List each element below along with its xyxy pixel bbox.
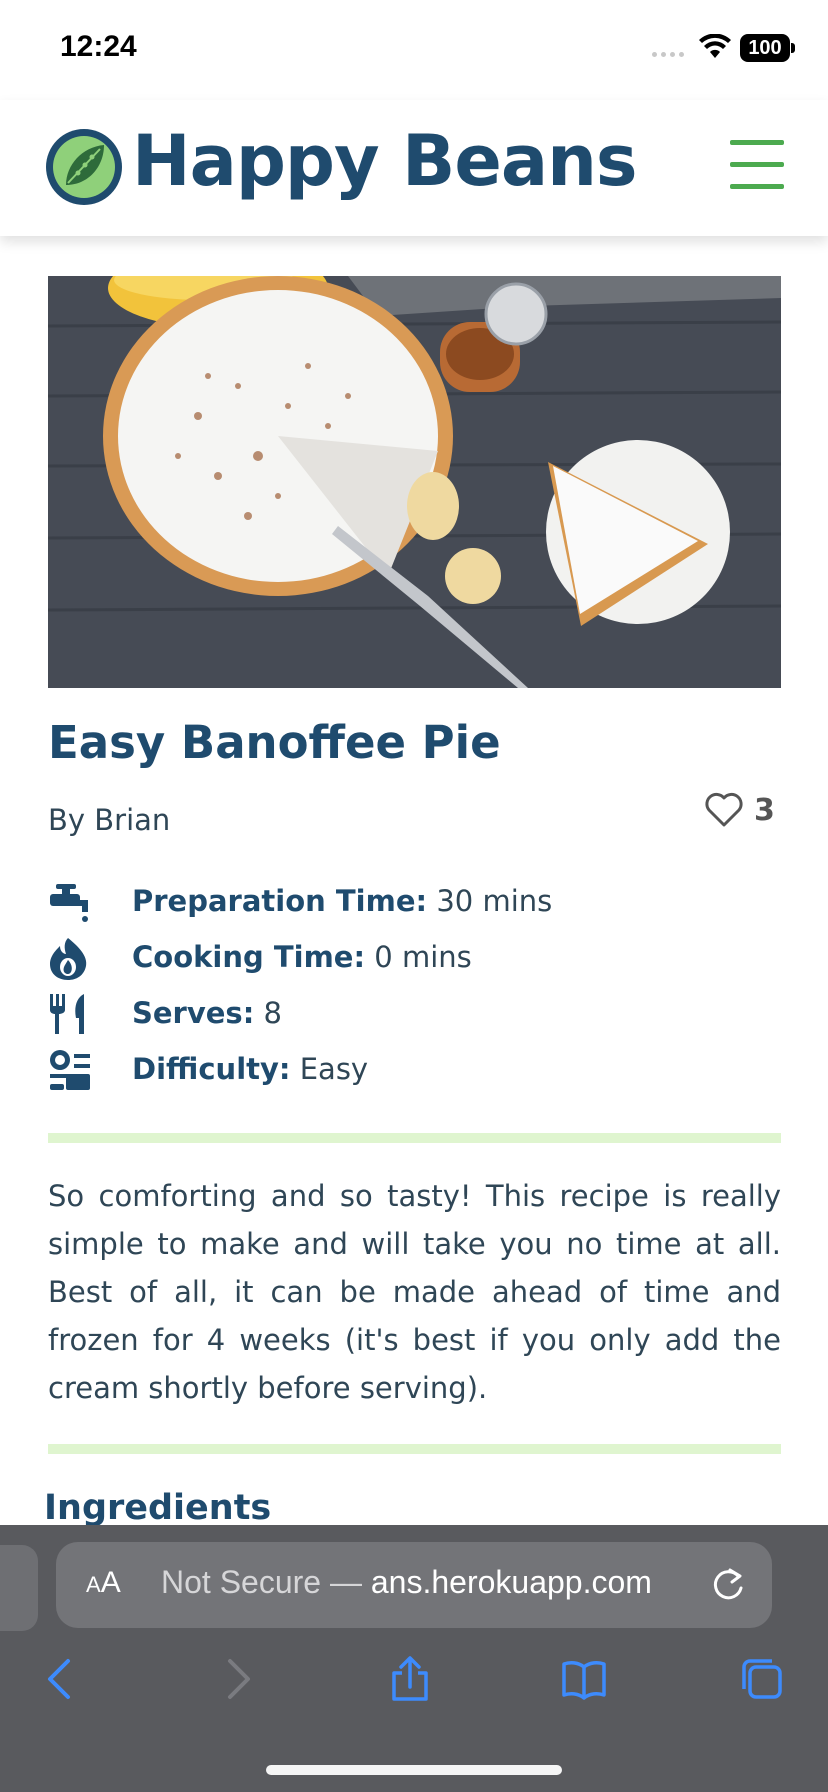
reader-options-button[interactable]: AA xyxy=(86,1566,121,1600)
url-host: ans.herokuapp.com xyxy=(370,1564,652,1600)
fact-cooking-time: Cooking Time: 0 mins xyxy=(48,932,778,988)
fact-value: 0 mins xyxy=(365,940,472,974)
fact-value: 30 mins xyxy=(427,884,553,918)
menu-icon[interactable] xyxy=(730,140,784,192)
status-time: 12:24 xyxy=(60,30,137,63)
tap-icon xyxy=(50,884,88,922)
fact-preparation-time: Preparation Time: 30 mins xyxy=(48,876,778,932)
brand-name[interactable]: Happy Beans xyxy=(132,120,638,202)
previous-tab-preview[interactable] xyxy=(0,1545,38,1631)
fact-label: Serves: xyxy=(132,996,255,1030)
battery-tip xyxy=(791,43,795,53)
forward-icon[interactable] xyxy=(212,1655,260,1703)
recipe-author: By Brian xyxy=(48,803,171,837)
section-divider xyxy=(48,1133,781,1143)
status-bar: 12:24 100 xyxy=(0,0,828,100)
cellular-signal-icon xyxy=(652,52,684,57)
section-divider xyxy=(48,1444,781,1454)
recipe-facts: Preparation Time: 30 mins Cooking Time: … xyxy=(48,876,778,1100)
share-icon[interactable] xyxy=(386,1655,434,1703)
chef-icon xyxy=(50,1050,90,1090)
recipe-description: So comforting and so tasty! This recipe … xyxy=(48,1179,781,1405)
fact-label: Preparation Time: xyxy=(132,884,428,918)
url-text[interactable]: Not Secure — ans.herokuapp.com xyxy=(161,1564,652,1601)
cutlery-icon xyxy=(50,994,84,1034)
security-status: Not Secure — xyxy=(161,1564,371,1600)
fact-value: 8 xyxy=(254,996,282,1030)
browser-toolbar: AA Not Secure — ans.herokuapp.com xyxy=(0,1525,828,1792)
reload-icon[interactable] xyxy=(710,1566,746,1604)
battery-icon: 100 xyxy=(740,34,790,62)
fact-serves: Serves: 8 xyxy=(48,988,778,1044)
back-icon[interactable] xyxy=(38,1655,86,1703)
like-button[interactable]: 3 xyxy=(704,792,775,828)
bookmarks-icon[interactable] xyxy=(560,1655,608,1703)
recipe-title: Easy Banoffee Pie xyxy=(48,716,501,769)
fact-label: Difficulty: xyxy=(132,1052,291,1086)
ingredients-heading: Ingredients xyxy=(44,1488,272,1528)
likes-count: 3 xyxy=(754,792,775,828)
recipe-image xyxy=(48,276,781,688)
home-indicator[interactable] xyxy=(266,1765,562,1775)
heart-icon[interactable] xyxy=(704,792,744,828)
address-bar[interactable]: AA Not Secure — ans.herokuapp.com xyxy=(56,1542,772,1628)
bean-logo-icon[interactable] xyxy=(44,127,124,207)
site-header: Happy Beans xyxy=(0,100,828,236)
wifi-icon xyxy=(699,34,731,58)
flame-icon xyxy=(50,938,87,980)
tabs-icon[interactable] xyxy=(738,1655,786,1703)
fact-label: Cooking Time: xyxy=(132,940,366,974)
fact-difficulty: Difficulty: Easy xyxy=(48,1044,778,1100)
browser-nav-toolbar xyxy=(0,1655,828,1725)
fact-value: Easy xyxy=(290,1052,369,1086)
